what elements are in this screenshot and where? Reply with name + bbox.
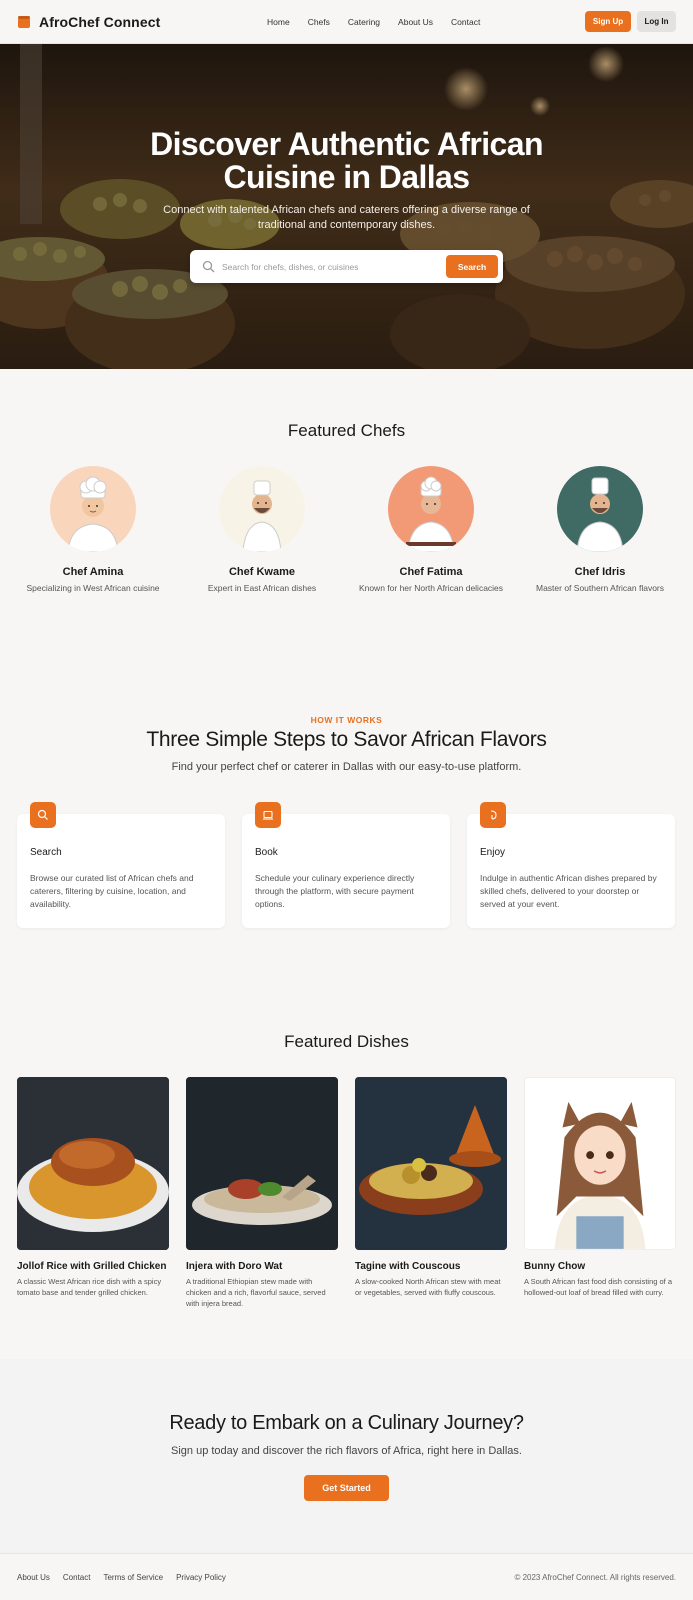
how-it-works-subtitle: Find your perfect chef or caterer in Dal…: [171, 761, 522, 773]
chef-card-fatima[interactable]: Chef Fatima Known for her North African …: [351, 466, 511, 595]
footer-links: About Us Contact Terms of Service Privac…: [17, 1573, 226, 1582]
chef-avatar: [557, 466, 643, 552]
chef-description: Specializing in West African cuisine: [26, 583, 160, 593]
step-description: Browse our curated list of African chefs…: [30, 873, 194, 909]
chef-name: Chef Amina: [62, 566, 124, 578]
nav-home[interactable]: Home: [267, 17, 290, 27]
nav-chefs[interactable]: Chefs: [308, 17, 330, 27]
dish-card-jollof[interactable]: Jollof Rice with Grilled Chicken A class…: [17, 1077, 169, 1298]
hero-title-line-1: Discover Authentic African: [150, 126, 543, 162]
dish-description: A slow-cooked North African stew with me…: [355, 1277, 501, 1297]
step-card-book: Book Schedule your culinary experience d…: [242, 802, 450, 928]
chef-description: Known for her North African delicacies: [358, 583, 504, 593]
how-it-works-label: HOW IT WORKS: [310, 715, 383, 725]
jollof-illustration: [17, 1077, 169, 1250]
cta-section: Ready to Embark on a Culinary Journey? S…: [0, 1359, 693, 1553]
footer-link-terms[interactable]: Terms of Service: [103, 1573, 163, 1582]
hero-search-bar: Search: [190, 250, 503, 283]
search-button[interactable]: Search: [446, 255, 498, 278]
chef-card-amina[interactable]: Chef Amina Specializing in West African …: [13, 466, 173, 595]
step-card-enjoy: Enjoy Indulge in authentic African dishe…: [467, 802, 675, 928]
footer-link-contact[interactable]: Contact: [63, 1573, 91, 1582]
dish-card-bunny-chow[interactable]: Bunny Chow A South African fast food dis…: [524, 1077, 676, 1298]
tagine-illustration: [355, 1077, 507, 1250]
search-input[interactable]: [222, 258, 442, 275]
step-description: Schedule your culinary experience direct…: [255, 873, 415, 909]
hero-title: Discover Authentic African Cuisine in Da…: [0, 128, 693, 194]
hero-subtitle: Connect with talented African chefs and …: [163, 204, 530, 231]
chef-description: Master of Southern African flavors: [535, 583, 665, 593]
step-icon-badge: [30, 802, 56, 828]
featured-chefs-title: Featured Chefs: [287, 421, 406, 440]
chef-avatar-illustration: [576, 477, 624, 552]
chef-card-idris[interactable]: Chef Idris Master of Southern African fl…: [520, 466, 680, 595]
injera-illustration: [186, 1077, 338, 1250]
girl-cat-ears-illustration: [525, 1078, 675, 1249]
utensil-icon: [490, 810, 497, 820]
chef-description: Expert in East African dishes: [207, 583, 317, 593]
dish-description: A classic West African rice dish with a …: [17, 1277, 162, 1297]
chef-avatar: [388, 466, 474, 552]
step-title: Enjoy: [480, 847, 506, 858]
nav-about-us[interactable]: About Us: [398, 17, 433, 27]
chef-avatar: [219, 466, 305, 552]
chef-avatar-illustration: [67, 476, 119, 552]
brand-name: AfroChef Connect: [39, 13, 161, 30]
cta-subtitle: Sign up today and discover the rich flav…: [171, 1445, 522, 1457]
chef-name: Chef Kwame: [228, 566, 296, 578]
search-icon: [37, 809, 48, 820]
chef-card-kwame[interactable]: Chef Kwame Expert in East African dishes: [182, 466, 342, 595]
bunny-chow-image: [524, 1077, 676, 1250]
step-title: Book: [255, 847, 278, 858]
chef-pot-icon: [18, 15, 30, 28]
step-icon-badge: [255, 802, 281, 828]
dish-name: Bunny Chow: [524, 1261, 586, 1272]
brand-logo[interactable]: AfroChef Connect: [17, 14, 160, 30]
main-nav: Home Chefs Catering About Us Contact: [267, 0, 480, 44]
hero-title-line-2: Cuisine in Dallas: [223, 159, 470, 195]
dish-card-injera[interactable]: Injera with Doro Wat A traditional Ethio…: [186, 1077, 338, 1309]
dish-name: Injera with Doro Wat: [186, 1261, 283, 1272]
injera-image: [186, 1077, 338, 1250]
dish-card-tagine[interactable]: Tagine with Couscous A slow-cooked North…: [355, 1077, 507, 1298]
chef-avatar-illustration: [406, 476, 456, 552]
step-card-search: Search Browse our curated list of Africa…: [17, 802, 225, 928]
hero-section: Discover Authentic African Cuisine in Da…: [0, 44, 693, 369]
get-started-button[interactable]: Get Started: [304, 1475, 389, 1501]
dish-name: Tagine with Couscous: [355, 1261, 461, 1272]
footer-link-privacy[interactable]: Privacy Policy: [176, 1573, 226, 1582]
tagine-image: [355, 1077, 507, 1250]
dish-name: Jollof Rice with Grilled Chicken: [17, 1261, 167, 1272]
dish-description: A South African fast food dish consistin…: [524, 1277, 673, 1297]
chef-name: Chef Idris: [574, 566, 626, 578]
footer-link-about-us[interactable]: About Us: [17, 1573, 50, 1582]
dish-description: A traditional Ethiopian stew made with c…: [186, 1277, 326, 1308]
signup-button[interactable]: Sign Up: [585, 11, 631, 32]
login-button[interactable]: Log In: [637, 11, 676, 32]
step-icon-badge: [480, 802, 506, 828]
nav-contact[interactable]: Contact: [451, 17, 480, 27]
how-it-works-title: Three Simple Steps to Savor African Flav…: [146, 728, 547, 751]
site-header: AfroChef Connect Home Chefs Catering Abo…: [0, 0, 693, 44]
laptop-icon: [263, 810, 273, 820]
cta-title: Ready to Embark on a Culinary Journey?: [169, 1412, 524, 1434]
chef-name: Chef Fatima: [399, 566, 463, 578]
step-title: Search: [30, 847, 62, 858]
chef-avatar: [50, 466, 136, 552]
jollof-rice-image: [17, 1077, 169, 1250]
chef-avatar-illustration: [242, 480, 282, 552]
copyright-text: © 2023 AfroChef Connect. All rights rese…: [514, 1573, 676, 1582]
step-description: Indulge in authentic African dishes prep…: [480, 873, 657, 909]
site-footer: About Us Contact Terms of Service Privac…: [0, 1553, 693, 1600]
search-icon: [202, 260, 215, 273]
featured-dishes-title: Featured Dishes: [284, 1032, 409, 1051]
nav-catering[interactable]: Catering: [348, 17, 380, 27]
